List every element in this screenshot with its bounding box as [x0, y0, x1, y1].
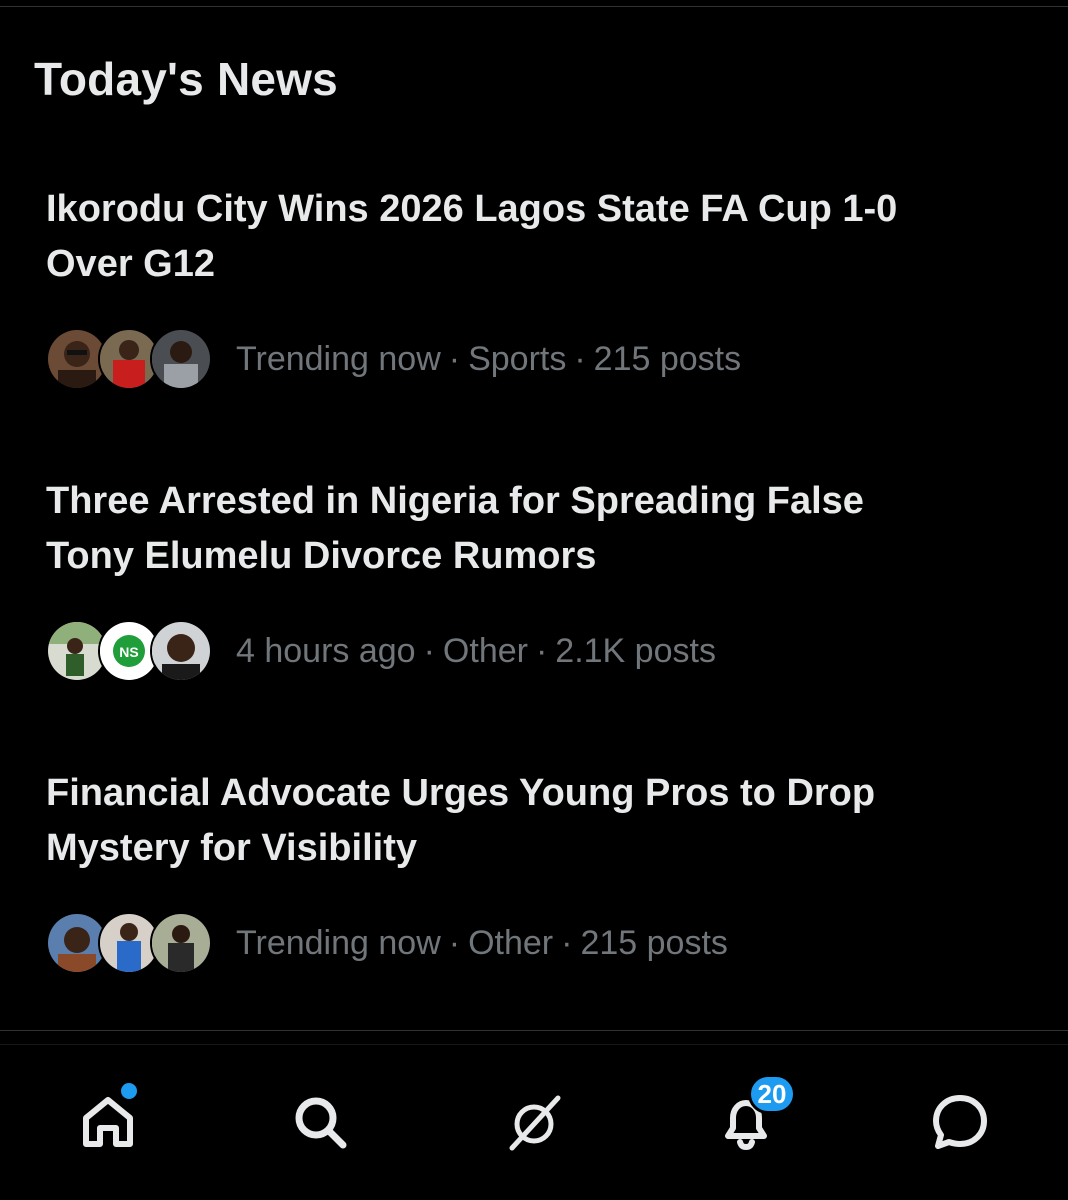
headline-line-2: Over G12 — [46, 243, 215, 285]
news-meta: Trending now · Other · 215 posts — [46, 912, 1006, 974]
headline-line-2: Tony Elumelu Divorce Rumors — [46, 535, 597, 577]
avatar-stack — [46, 328, 212, 390]
news-category: Sports — [468, 339, 567, 378]
news-item[interactable]: Three Arrested in Nigeria for Spreading … — [46, 474, 1006, 682]
news-post-count: 215 posts — [593, 339, 742, 378]
meta-separator: · — [448, 339, 461, 378]
meta-separator: · — [535, 631, 548, 670]
news-post-count: 215 posts — [580, 923, 728, 962]
tab-grok[interactable] — [494, 1084, 574, 1164]
meta-separator: · — [423, 631, 435, 670]
grok-icon — [502, 1090, 566, 1159]
avatar — [150, 328, 212, 390]
tab-home[interactable] — [68, 1080, 148, 1164]
tab-notifications[interactable]: 20 — [706, 1074, 796, 1164]
news-headline: Ikorodu City Wins 2026 Lagos State FA Cu… — [46, 182, 1006, 292]
avatar — [150, 912, 212, 974]
avatar — [150, 620, 212, 682]
headline-line-1: Three Arrested in Nigeria for Spreading … — [46, 480, 864, 522]
top-divider — [0, 6, 1068, 7]
meta-separator: · — [561, 923, 573, 962]
svg-text:NS: NS — [119, 644, 138, 660]
meta-separator: · — [574, 339, 586, 378]
news-meta-text: 4 hours ago · Other · 2.1K posts — [236, 632, 716, 671]
avatar-stack — [46, 912, 212, 974]
tab-search[interactable] — [280, 1084, 360, 1164]
headline-line-1: Financial Advocate Urges Young Pros to D… — [46, 772, 876, 814]
headline-line-2: Mystery for Visibility — [46, 827, 417, 869]
news-meta: NS 4 hours ago · Other · 2.1K posts — [46, 620, 1006, 682]
tabbar-divider — [0, 1044, 1068, 1045]
news-meta-text: Trending now · Sports · 215 posts — [236, 340, 741, 379]
messages-icon — [928, 1090, 992, 1159]
news-time: 4 hours ago — [236, 631, 416, 670]
news-meta-text: Trending now · Other · 215 posts — [236, 924, 728, 963]
news-headline: Financial Advocate Urges Young Pros to D… — [46, 766, 1006, 876]
notifications-badge: 20 — [748, 1074, 796, 1114]
news-item[interactable]: Ikorodu City Wins 2026 Lagos State FA Cu… — [46, 182, 1006, 390]
news-category: Other — [468, 923, 554, 962]
tab-messages[interactable] — [920, 1084, 1000, 1164]
news-post-count: 2.1K posts — [555, 631, 716, 670]
news-time: Trending now — [236, 923, 441, 962]
avatar-stack: NS — [46, 620, 212, 682]
section-title: Today's News — [34, 53, 338, 105]
headline-line-1: Ikorodu City Wins 2026 Lagos State FA Cu… — [46, 188, 898, 230]
meta-separator: · — [448, 923, 461, 962]
news-headline: Three Arrested in Nigeria for Spreading … — [46, 474, 1006, 584]
news-time: Trending now — [236, 339, 441, 378]
news-meta: Trending now · Sports · 215 posts — [46, 328, 1006, 390]
news-item[interactable]: Financial Advocate Urges Young Pros to D… — [46, 766, 1006, 974]
search-icon — [288, 1090, 352, 1159]
home-notification-dot — [118, 1080, 140, 1102]
news-category: Other — [442, 631, 528, 670]
bottom-tab-bar: 20 — [0, 1060, 1068, 1180]
bottom-divider — [0, 1030, 1068, 1031]
